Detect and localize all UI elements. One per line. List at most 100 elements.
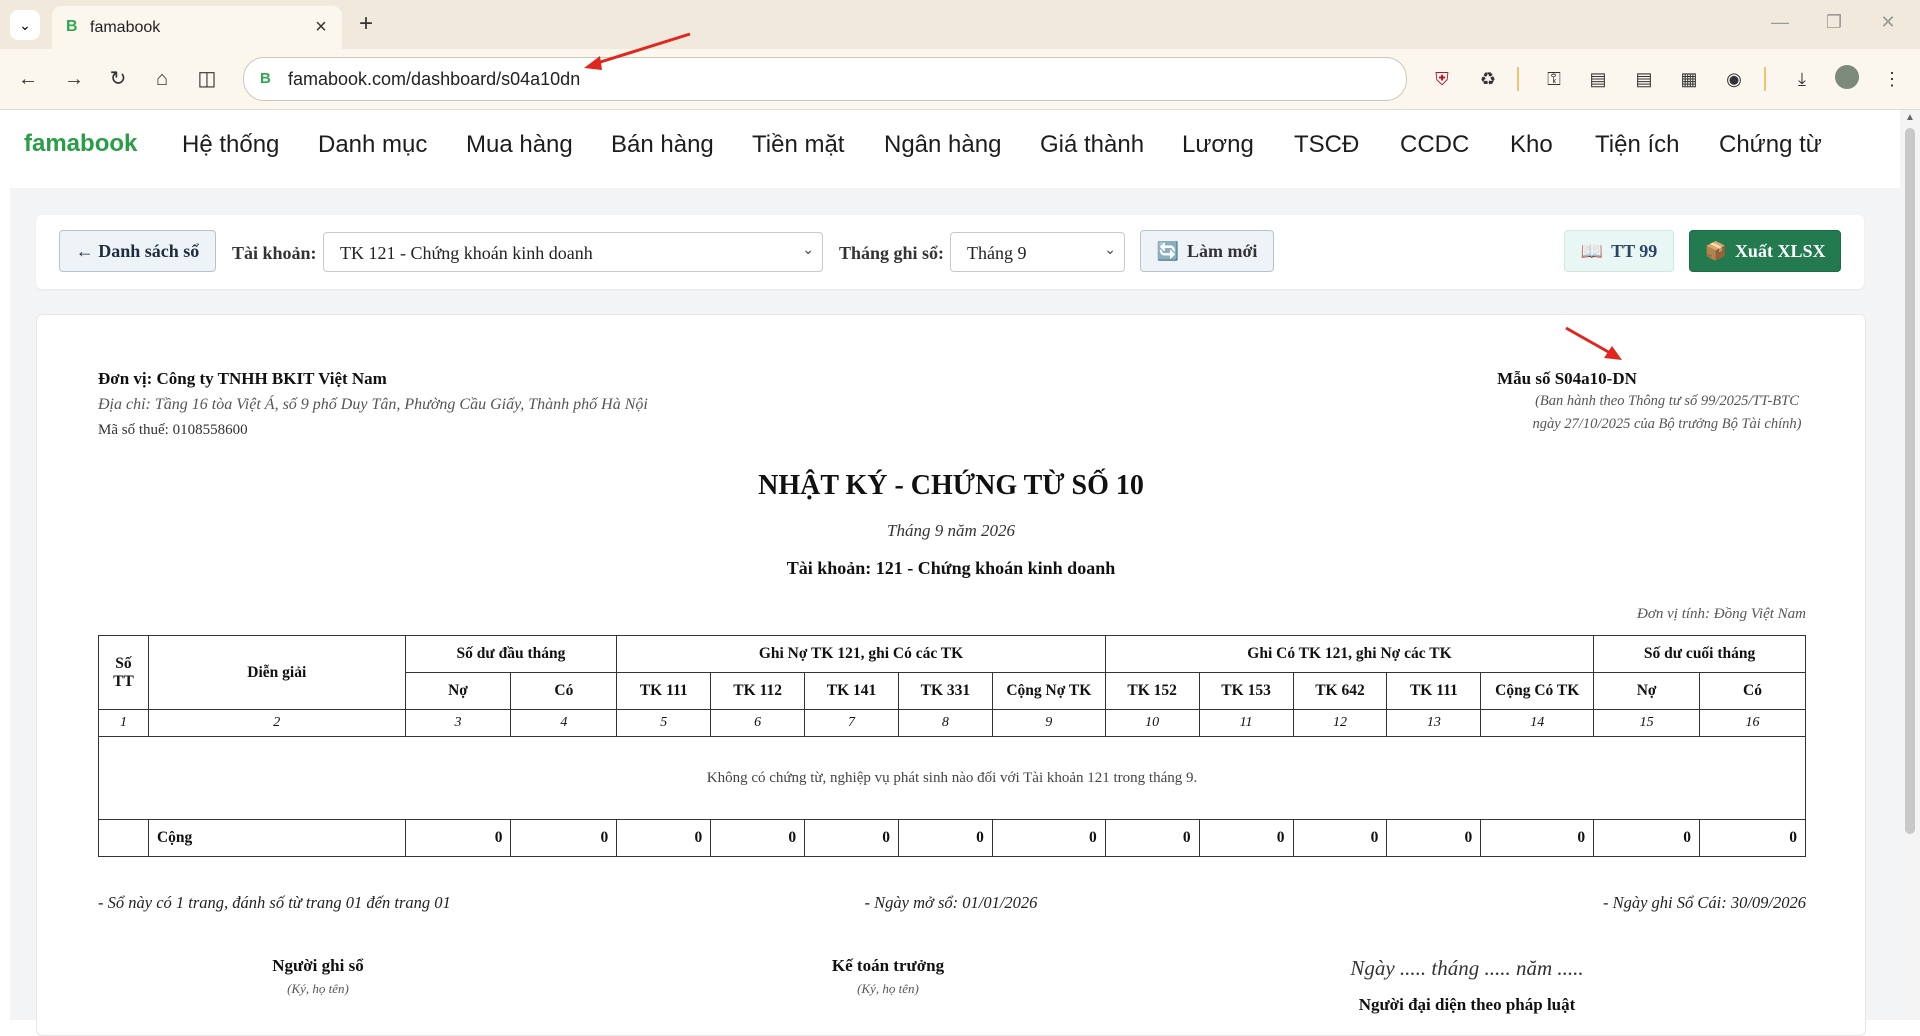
nav-item-tscd[interactable]: TSCĐ bbox=[1294, 131, 1359, 159]
subheader-cell: TK 111 bbox=[616, 672, 712, 710]
scrollbar-thumb[interactable] bbox=[1905, 128, 1915, 834]
ledger-document: Đơn vị: Công ty TNHH BKIT Việt Nam Địa c… bbox=[36, 314, 1866, 1036]
total-cell: 0 bbox=[1593, 819, 1701, 857]
table-header-row: Số TT Diễn giải Số dư đầu tháng Ghi Nợ T… bbox=[98, 635, 1806, 710]
nav-item-ngan-hang[interactable]: Ngân hàng bbox=[884, 131, 1001, 159]
restore-button[interactable]: ❐ bbox=[1819, 12, 1849, 36]
back-icon[interactable]: ← bbox=[14, 65, 42, 93]
nav-item-tien-mat[interactable]: Tiền mặt bbox=[752, 131, 844, 159]
subheader-cell: Có bbox=[1699, 672, 1806, 710]
download-icon[interactable]: ⤓ bbox=[1788, 65, 1816, 93]
sign-date: Ngày ..... tháng ..... năm ..... bbox=[1350, 956, 1584, 980]
total-cell: 0 bbox=[1104, 819, 1200, 857]
key-icon[interactable]: ⚿ bbox=[1540, 65, 1568, 93]
subheader-cell: TK 141 bbox=[804, 672, 899, 710]
total-cell: 0 bbox=[510, 819, 618, 857]
subheader-cell: TK 111 bbox=[1386, 672, 1482, 710]
signer-recorder: Người ghi sổ bbox=[272, 956, 364, 975]
total-cell: 0 bbox=[1480, 819, 1595, 857]
column-number: 14 bbox=[1480, 709, 1595, 737]
subheader-cell: TK 152 bbox=[1104, 672, 1200, 710]
nav-item-mua-hang[interactable]: Mua hàng bbox=[466, 131, 573, 159]
subheader-cell: TK 642 bbox=[1292, 672, 1388, 710]
footer-ledger-date: - Ngày ghi Sổ Cái: 30/09/2026 bbox=[1602, 893, 1806, 912]
subheader-cell: Cộng Có TK bbox=[1480, 672, 1595, 710]
address-bar[interactable]: B famabook.com/dashboard/s04a10dn bbox=[243, 57, 1407, 101]
nav-item-luong[interactable]: Lương bbox=[1182, 131, 1254, 159]
header-closing-balance: Số dư cuối tháng bbox=[1593, 635, 1806, 673]
toolbar-divider bbox=[1764, 67, 1766, 91]
export-xlsx-button[interactable]: 📦 Xuất XLSX bbox=[1689, 230, 1841, 272]
column-number: 5 bbox=[616, 709, 712, 737]
column-number: 7 bbox=[804, 709, 899, 737]
minimize-button[interactable]: — bbox=[1765, 12, 1795, 36]
account-select[interactable]: TK 121 - Chứng khoán kinh doanh ⌄ bbox=[323, 232, 823, 272]
refresh-button[interactable]: 🔄 Làm mới bbox=[1140, 230, 1274, 272]
footer-pages: - Sổ này có 1 trang, đánh số từ trang 01… bbox=[98, 893, 451, 912]
reload-icon[interactable]: ↻ bbox=[104, 65, 132, 93]
table-icon[interactable]: ▦ bbox=[1675, 65, 1703, 93]
nav-item-kho[interactable]: Kho bbox=[1510, 131, 1553, 159]
brand-logo[interactable]: famabook bbox=[24, 130, 137, 158]
browser-tab-bar: ⌄ B famabook × + — ❐ ✕ bbox=[0, 0, 1920, 49]
page-scrollbar[interactable]: ▲ bbox=[1900, 110, 1920, 1020]
filter-bar: ← Danh sách sổ Tài khoản: TK 121 - Chứng… bbox=[36, 215, 1864, 289]
shield-icon[interactable]: ⛨ bbox=[1428, 65, 1456, 93]
chevron-down-icon: ⌄ bbox=[19, 16, 31, 33]
extensions-icon[interactable]: ♻ bbox=[1474, 65, 1502, 93]
nav-item-danh-muc[interactable]: Danh mục bbox=[318, 131, 427, 159]
toolbar-divider bbox=[1517, 67, 1519, 91]
total-cell: 0 bbox=[897, 819, 993, 857]
nav-item-chung-tu[interactable]: Chứng từ bbox=[1719, 131, 1822, 159]
card-icon[interactable]: ▤ bbox=[1584, 65, 1612, 93]
close-tab-icon[interactable]: × bbox=[310, 16, 332, 38]
header-stt: Số TT bbox=[98, 635, 149, 710]
split-view-icon[interactable]: ◫ bbox=[193, 65, 221, 93]
form-number: Mẫu số S04a10-DN bbox=[1497, 369, 1637, 388]
export-icon: 📦 bbox=[1704, 240, 1727, 261]
nav-item-ban-hang[interactable]: Bán hàng bbox=[611, 131, 714, 159]
favicon-icon: B bbox=[66, 18, 78, 35]
form-note-line1: (Ban hành theo Thông tư số 99/2025/TT-BT… bbox=[1535, 393, 1799, 409]
incognito-icon[interactable]: ◉ bbox=[1720, 65, 1748, 93]
total-cell: 0 bbox=[1699, 819, 1806, 857]
month-select[interactable]: Tháng 9 ⌄ bbox=[950, 232, 1125, 272]
browser-toolbar: ← → ↻ ⌂ ◫ B famabook.com/dashboard/s04a1… bbox=[0, 49, 1920, 110]
total-row: Cộng 0 0 0 0 0 0 0 0 0 0 0 0 0 0 bbox=[98, 819, 1806, 857]
tab-search-button[interactable]: ⌄ bbox=[10, 10, 40, 40]
chevron-down-icon: ⌄ bbox=[802, 243, 814, 258]
total-label: Cộng bbox=[147, 819, 406, 857]
more-menu-icon[interactable]: ⋮ bbox=[1878, 65, 1906, 93]
new-tab-button[interactable]: + bbox=[352, 10, 380, 38]
header-debit-121: Ghi Nợ TK 121, ghi Có các TK bbox=[616, 635, 1106, 673]
month-select-value: Tháng 9 bbox=[967, 243, 1027, 263]
signer-chief-accountant: Kế toán trưởng bbox=[831, 956, 945, 975]
tt99-button[interactable]: 📖 TT 99 bbox=[1564, 230, 1674, 272]
nav-item-gia-thanh[interactable]: Giá thành bbox=[1040, 131, 1144, 159]
footer-open-date: - Ngày mở sổ: 01/01/2026 bbox=[864, 893, 1038, 912]
total-cell: 0 bbox=[616, 819, 712, 857]
total-cell: 0 bbox=[710, 819, 806, 857]
ledger-title: NHẬT KÝ - CHỨNG TỪ SỐ 10 bbox=[758, 470, 1144, 501]
tt99-label: TT 99 bbox=[1611, 240, 1658, 261]
back-to-list-button[interactable]: ← Danh sách sổ bbox=[59, 230, 216, 272]
book-icon: 📖 bbox=[1580, 240, 1604, 261]
column-number: 10 bbox=[1104, 709, 1200, 737]
signer-chief-note: (Ký, họ tên) bbox=[857, 981, 919, 996]
browser-tab[interactable]: B famabook × bbox=[52, 6, 342, 49]
home-icon[interactable]: ⌂ bbox=[148, 65, 176, 93]
reading-mode-icon[interactable]: ▤ bbox=[1630, 65, 1658, 93]
avatar[interactable] bbox=[1833, 65, 1861, 93]
signer-recorder-note: (Ký, họ tên) bbox=[287, 981, 349, 996]
company-address: Địa chỉ: Tầng 16 tòa Việt Á, số 9 phố Du… bbox=[98, 396, 648, 413]
close-window-button[interactable]: ✕ bbox=[1873, 12, 1903, 36]
forward-icon[interactable]: → bbox=[60, 65, 88, 93]
scroll-up-icon[interactable]: ▲ bbox=[1905, 112, 1915, 123]
currency-unit: Đơn vị tính: Đồng Việt Nam bbox=[1637, 606, 1806, 622]
nav-item-tien-ich[interactable]: Tiện ích bbox=[1595, 131, 1679, 159]
signer-legal-representative: Người đại diện theo pháp luật bbox=[1358, 995, 1576, 1014]
nav-item-he-thong[interactable]: Hệ thống bbox=[182, 131, 279, 159]
nav-item-ccdc[interactable]: CCDC bbox=[1400, 131, 1469, 159]
header-description: Diễn giải bbox=[147, 635, 406, 710]
subheader-cell: TK 153 bbox=[1198, 672, 1294, 710]
